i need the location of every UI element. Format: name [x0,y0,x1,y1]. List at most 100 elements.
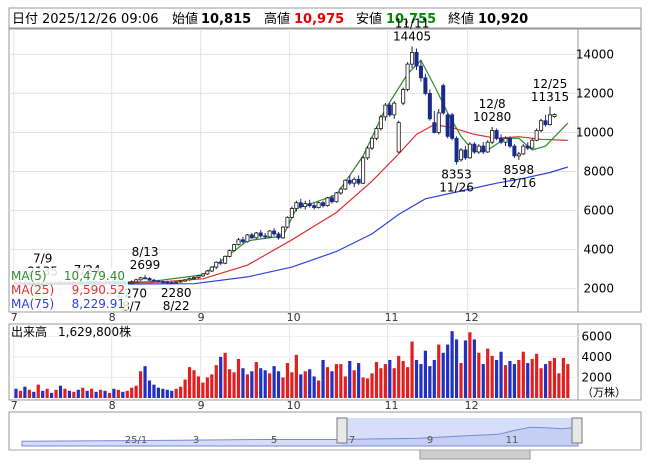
candle-body [418,65,423,79]
volume-bar [481,364,485,398]
annotation-date: 12/16 [502,176,537,190]
candle-body [160,281,165,284]
annotation-value: 8598 [504,163,535,177]
volume-bar [325,367,330,398]
volume-bar [210,374,214,398]
candle-body [436,112,441,133]
volume-bar [32,391,36,398]
volume-bar [321,359,325,398]
volume-bar [450,331,454,398]
candle-body [445,114,450,137]
volume-bar [423,350,427,398]
volume-bar [50,392,54,398]
datetime-value: 2025/12/26 09:06 [42,12,159,27]
close-value: 10,920 [478,12,528,27]
volume-bar [379,368,383,398]
volume-bar [63,388,67,398]
volume-bar [116,389,120,398]
volume-bar [490,355,494,398]
volume-bar [23,386,27,398]
volume-bar [201,382,205,398]
volume-bar [499,351,503,398]
volume-bar [259,368,263,398]
annotation-date: 12/25 [533,77,568,91]
navigator-left-handle[interactable] [336,417,348,444]
volume-bar [334,364,338,398]
volume-bar [285,363,290,398]
volume-bar [357,363,361,398]
volume-bar [312,376,316,398]
volume-bar [526,363,530,398]
volume-bar [152,384,156,398]
annotation-value: 11315 [531,90,569,104]
candle-body [490,130,495,143]
volume-bar [365,378,370,398]
volume-bar [428,366,432,398]
candle-body [361,157,366,184]
navigator-scrollbar-thumb[interactable] [419,449,531,460]
volume-bar [446,344,450,398]
volume-bar [98,389,103,398]
volume-bar [517,359,521,398]
volume-bar [18,390,23,398]
price-tick-label: 6000 [583,204,614,218]
candle-body [414,52,419,67]
candle-body [347,179,352,184]
candle-body [134,279,139,283]
candle-body [401,89,406,104]
volume-bar [414,359,419,398]
volume-bar [459,363,463,398]
candle-body [316,202,321,208]
volume-bar [521,351,525,398]
volume-bar [410,341,414,398]
navigator-right-handle[interactable] [571,417,583,444]
price-tick-label: 2000 [583,282,614,296]
candle-body [263,235,268,238]
candle-body [312,205,317,208]
candle-body [530,139,535,149]
volume-bar [156,387,160,398]
volume-bar [374,362,379,398]
close-label: 終値 [448,11,474,27]
month-axis-volume: 7 8 9 10 11 12 [11,399,479,412]
candle-body [441,85,446,114]
candle-body [138,277,143,281]
volume-bar [72,391,76,398]
volume-bar [219,356,223,398]
volume-bar [170,390,174,398]
volume-bar [272,366,276,398]
month-label: 12 [465,399,479,412]
volume-value: 1,629,800株 [58,324,131,339]
candle-body [196,275,201,279]
volume-bar [139,371,143,398]
low-label: 安値 [356,11,382,27]
candle-body [521,145,526,155]
volume-bar [548,361,552,398]
candle-body [396,122,401,153]
volume-bar [223,352,227,398]
candle-body [423,77,428,94]
volume-bar [397,355,401,398]
volume-bar [352,370,356,398]
volume-bar [303,371,307,398]
volume-bar [241,368,245,398]
volume-bar [290,372,294,398]
candle-body [129,281,134,284]
volume-bar [125,390,129,398]
price-tick-label: 12000 [576,86,614,100]
candle-body [383,104,388,118]
annotation-date: 8/13 [132,245,159,259]
candle-body [454,137,459,163]
annotation-value: 2699 [130,258,161,272]
candle-body [205,270,210,275]
volume-bar [196,376,201,398]
volume-bar [486,348,490,398]
navigator-label: 7 [349,435,355,446]
volume-bar [161,388,165,398]
candle-body [187,278,192,281]
volume-bar [308,369,312,398]
volume-bar [539,368,543,398]
volume-bar [121,391,125,398]
month-label: 7 [11,311,18,324]
candle-body [276,233,281,239]
